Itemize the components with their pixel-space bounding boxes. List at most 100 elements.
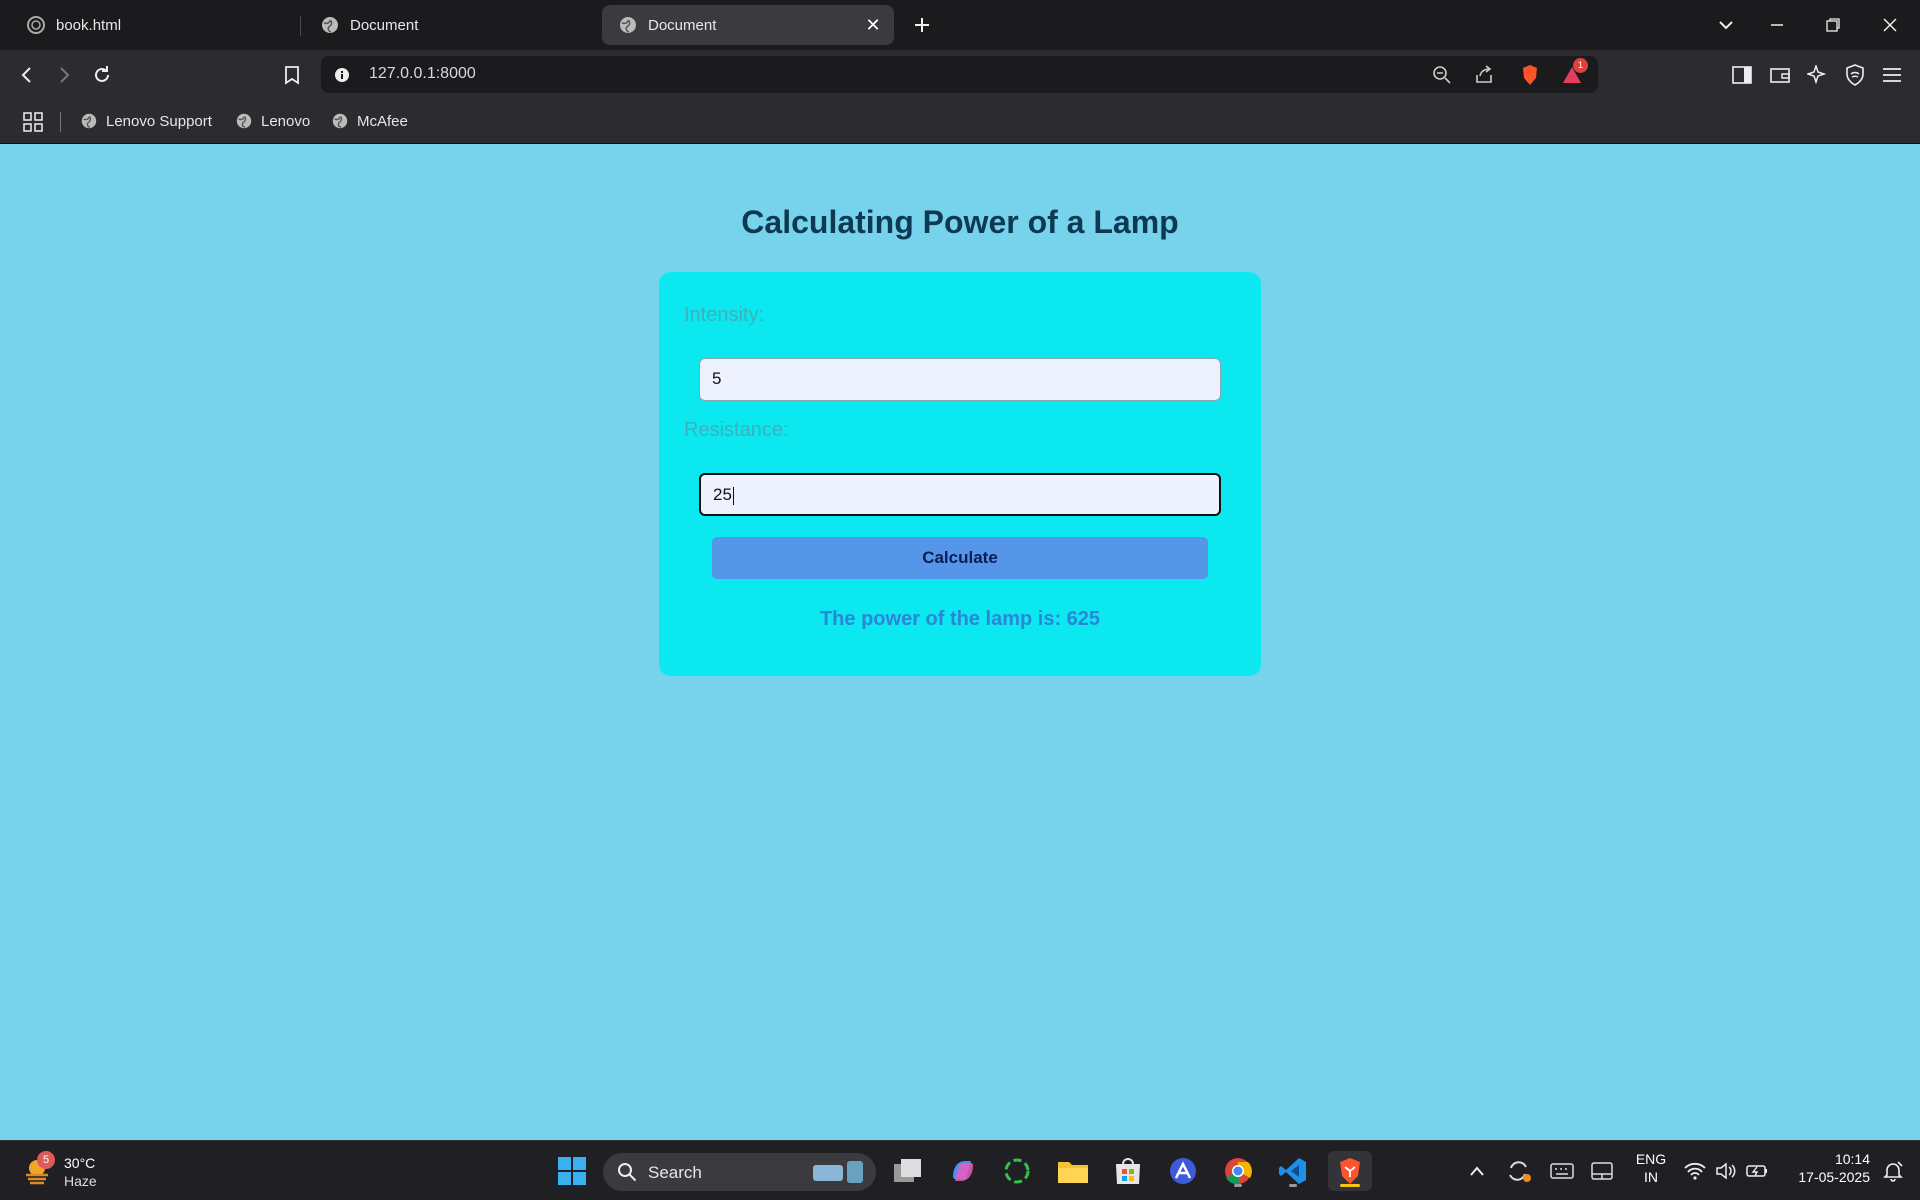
brave-icon <box>1340 1158 1360 1184</box>
weather-badge: 5 <box>37 1151 55 1169</box>
tab-list-button[interactable] <box>1706 8 1746 42</box>
wifi-button[interactable] <box>1680 1151 1710 1191</box>
clock-date: 17-05-2025 <box>1798 1169 1870 1185</box>
sidebar-icon <box>1732 66 1752 84</box>
chrome-icon <box>1225 1158 1252 1185</box>
resistance-input[interactable]: 25 <box>699 473 1221 516</box>
globe-icon <box>236 113 252 129</box>
app-a-icon <box>1170 1158 1196 1184</box>
battery-button[interactable] <box>1742 1151 1772 1191</box>
app-a-button[interactable] <box>1163 1151 1203 1191</box>
copilot-icon <box>953 1161 973 1181</box>
tab-title: book.html <box>56 16 122 34</box>
sparkle-icon <box>1807 65 1827 85</box>
site-info-icon[interactable] <box>331 64 353 86</box>
address-bar[interactable]: 127.0.0.1:8000 1 <box>321 56 1598 93</box>
bookmark-label: Lenovo <box>261 112 311 130</box>
shield-icon <box>1846 64 1864 86</box>
globe-icon <box>620 17 636 33</box>
intensity-input[interactable]: 5 <box>699 358 1221 401</box>
text-caret <box>732 486 734 505</box>
bookmark-button[interactable] <box>276 59 308 91</box>
share-icon[interactable] <box>1473 64 1495 86</box>
menu-button[interactable] <box>1876 59 1908 91</box>
tab-book[interactable]: book.html <box>10 5 295 45</box>
store-icon <box>1116 1158 1140 1184</box>
store-button[interactable] <box>1108 1151 1148 1191</box>
leo-ai-button[interactable] <box>1801 59 1833 91</box>
task-view-icon <box>894 1159 921 1182</box>
sidebar-button[interactable] <box>1726 59 1758 91</box>
region-code: IN <box>1644 1169 1658 1185</box>
language-code: ENG <box>1635 1151 1667 1167</box>
restore-icon <box>1826 18 1840 32</box>
url-text[interactable]: 127.0.0.1:8000 <box>369 65 476 83</box>
new-tab-button[interactable] <box>902 8 942 42</box>
weather-condition: Haze <box>64 1173 97 1189</box>
touchpad-tray-button[interactable] <box>1585 1151 1619 1191</box>
bookmark-lenovo-support[interactable]: Lenovo Support <box>80 112 212 130</box>
vpn-button[interactable] <box>1839 59 1871 91</box>
show-hidden-icons-button[interactable] <box>1462 1151 1492 1191</box>
running-indicator <box>1289 1184 1297 1187</box>
sync-update-icon <box>1509 1161 1531 1182</box>
close-tab-icon[interactable]: ✕ <box>862 14 884 36</box>
result-text: The power of the lamp is: 625 <box>819 608 1101 630</box>
volume-button[interactable] <box>1712 1151 1742 1191</box>
running-indicator <box>1234 1184 1242 1187</box>
touchpad-icon <box>1591 1162 1613 1180</box>
globe-icon <box>332 113 348 129</box>
close-window-button[interactable] <box>1870 8 1910 42</box>
brave-loading-icon <box>27 16 45 34</box>
update-tray-button[interactable] <box>1502 1151 1536 1191</box>
bookmark-mcafee[interactable]: McAfee <box>331 112 408 130</box>
brave-rewards-icon[interactable]: 1 <box>1561 58 1588 86</box>
chrome-button[interactable] <box>1218 1151 1258 1191</box>
apps-button[interactable] <box>17 106 49 138</box>
bookmark-lenovo[interactable]: Lenovo <box>235 112 310 130</box>
copilot-button[interactable] <box>943 1151 983 1191</box>
notifications-button[interactable] <box>1876 1151 1910 1191</box>
back-button[interactable] <box>11 59 43 91</box>
forward-button[interactable] <box>48 59 80 91</box>
zoom-out-icon[interactable] <box>1431 64 1453 86</box>
search-label: Search <box>648 1163 702 1182</box>
close-icon <box>1883 18 1897 32</box>
wallet-icon <box>1770 68 1790 83</box>
tab-document-1[interactable]: Document <box>304 5 589 45</box>
tab-title: Document <box>350 16 419 34</box>
vscode-button[interactable] <box>1273 1151 1313 1191</box>
bookmark-label: McAfee <box>357 112 408 130</box>
restore-button[interactable] <box>1813 8 1853 42</box>
reload-button[interactable] <box>86 59 118 91</box>
folder-icon <box>1058 1162 1088 1183</box>
rewards-badge: 1 <box>1573 58 1588 73</box>
weather-widget[interactable]: 5 30°C Haze <box>22 1151 112 1191</box>
keyboard-icon <box>1550 1163 1574 1179</box>
search-icon <box>618 1163 637 1182</box>
clock-time: 10:14 <box>1834 1151 1870 1167</box>
arrow-left-icon <box>21 67 31 83</box>
language-indicator[interactable]: ENG IN <box>1628 1151 1674 1185</box>
brave-shields-icon[interactable] <box>1519 64 1541 86</box>
weather-temp: 30°C <box>64 1155 96 1171</box>
brave-button[interactable] <box>1328 1151 1372 1191</box>
active-indicator <box>1340 1184 1360 1187</box>
keyboard-tray-button[interactable] <box>1545 1151 1579 1191</box>
taskbar: 5 30°C Haze Search ENG IN 10:14 17-05-20… <box>0 1140 1920 1200</box>
tab-title: Document <box>648 16 717 34</box>
intensity-label: Intensity: <box>684 304 765 326</box>
file-explorer-button[interactable] <box>1053 1151 1093 1191</box>
calculate-button[interactable]: Calculate <box>712 537 1208 579</box>
sync-app-button[interactable] <box>997 1151 1037 1191</box>
tab-strip: book.html Document Document ✕ <box>0 0 1920 50</box>
clock[interactable]: 10:14 17-05-2025 <box>1780 1151 1870 1185</box>
wallet-button[interactable] <box>1764 59 1796 91</box>
taskbar-search[interactable]: Search <box>603 1153 876 1191</box>
tab-document-active[interactable]: Document ✕ <box>602 5 894 45</box>
plus-icon <box>915 18 929 32</box>
task-view-button[interactable] <box>888 1151 928 1191</box>
minimize-button[interactable] <box>1757 8 1797 42</box>
start-button[interactable] <box>552 1151 592 1191</box>
reload-icon <box>95 66 109 82</box>
